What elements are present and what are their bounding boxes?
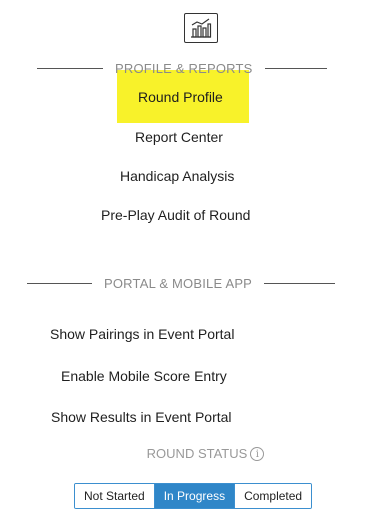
handicap-analysis-link[interactable]: Handicap Analysis	[120, 168, 234, 184]
round-status-text: ROUND STATUS	[146, 446, 248, 461]
round-menu-panel: PROFILE & REPORTS Round Profile Report C…	[0, 0, 375, 510]
section-title: PROFILE & REPORTS	[115, 61, 253, 76]
show-pairings-link[interactable]: Show Pairings in Event Portal	[50, 326, 234, 342]
info-icon[interactable]: i	[250, 446, 265, 461]
round-status-label: ROUND STATUS i	[0, 446, 375, 461]
section-title: PORTAL & MOBILE APP	[104, 276, 253, 291]
status-in-progress-option[interactable]: In Progress	[153, 484, 235, 508]
round-profile-link[interactable]: Round Profile	[138, 89, 223, 105]
divider	[264, 283, 336, 284]
status-not-started-option[interactable]: Not Started	[75, 484, 154, 508]
divider	[27, 283, 92, 284]
round-status-toggle: Not Started In Progress Completed	[74, 483, 313, 509]
divider	[37, 68, 103, 69]
show-results-link[interactable]: Show Results in Event Portal	[51, 409, 232, 425]
enable-mobile-score-link[interactable]: Enable Mobile Score Entry	[61, 368, 227, 384]
profile-reports-header: PROFILE & REPORTS	[37, 61, 327, 76]
divider	[264, 68, 327, 69]
bar-chart-report-icon[interactable]	[184, 13, 218, 43]
bar-chart-glyph	[191, 18, 212, 38]
pre-play-audit-link[interactable]: Pre-Play Audit of Round	[101, 207, 250, 223]
status-completed-option[interactable]: Completed	[234, 484, 312, 508]
report-center-link[interactable]: Report Center	[135, 129, 223, 145]
portal-mobile-header: PORTAL & MOBILE APP	[27, 276, 336, 291]
